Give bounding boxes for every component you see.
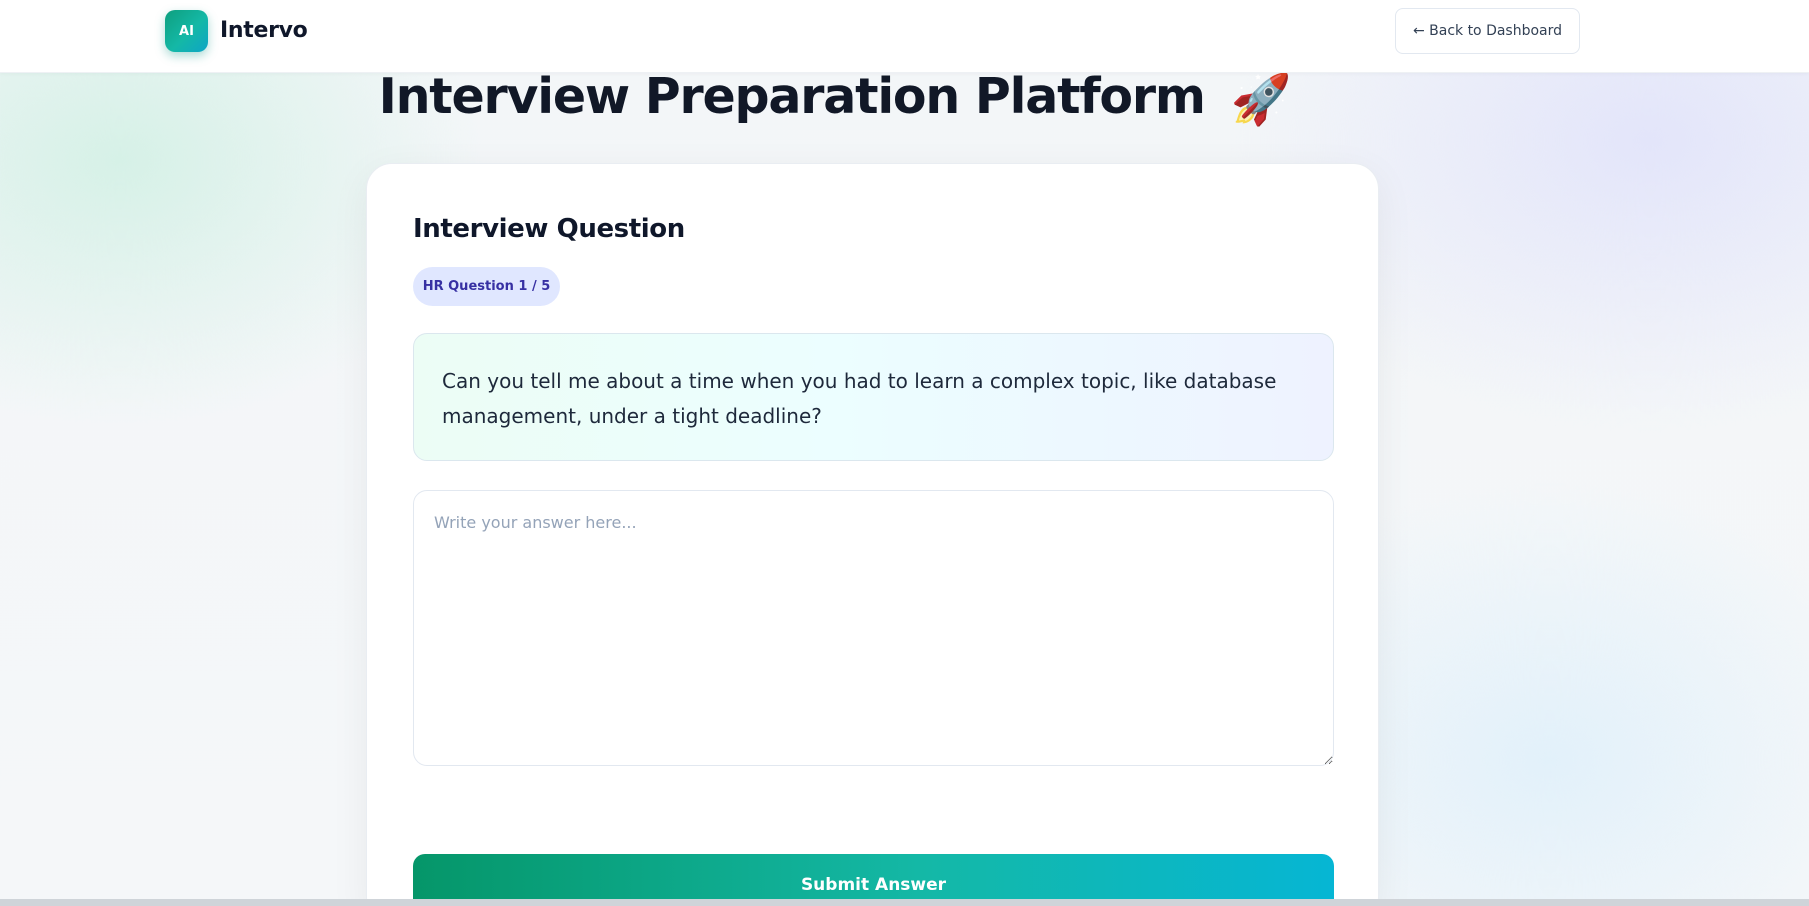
page-title: Interview Preparation Platform 🚀: [0, 68, 1669, 128]
rocket-icon: 🚀: [1230, 71, 1292, 128]
question-progress-badge: HR Question 1 / 5: [413, 267, 560, 306]
logo-badge[interactable]: AI: [165, 10, 208, 52]
back-to-dashboard-button[interactable]: ← Back to Dashboard: [1395, 8, 1580, 54]
interview-card: Interview Question HR Question 1 / 5 Can…: [366, 163, 1379, 906]
answer-textarea[interactable]: [413, 490, 1334, 766]
brand-name[interactable]: Intervo: [220, 18, 308, 43]
card-heading: Interview Question: [413, 214, 685, 244]
logo-text: AI: [179, 23, 194, 39]
top-navbar: AI Intervo ← Back to Dashboard: [0, 0, 1809, 73]
page-title-text: Interview Preparation Platform: [378, 68, 1206, 125]
question-text: Can you tell me about a time when you ha…: [442, 369, 1277, 428]
question-box: Can you tell me about a time when you ha…: [413, 333, 1334, 461]
bottom-scroll-edge: [0, 899, 1809, 906]
